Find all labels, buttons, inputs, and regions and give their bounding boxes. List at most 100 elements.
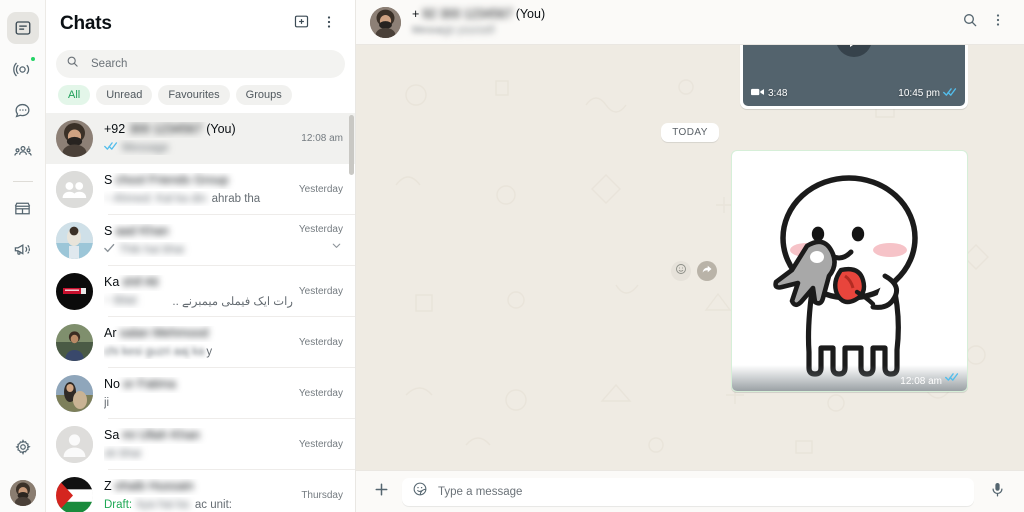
chat-name-redacted: ohaib Hussain xyxy=(114,479,194,493)
chat-name-prefix: No xyxy=(104,377,120,391)
search-placeholder: Search xyxy=(91,58,128,70)
chats-icon xyxy=(14,19,32,37)
chat-list-item[interactable]: +92 300 1234567 (You) Message 12:08 am xyxy=(46,113,355,164)
gear-icon xyxy=(14,438,32,456)
avatar[interactable] xyxy=(370,6,401,38)
chat-list[interactable]: +92 300 1234567 (You) Message 12:08 am S… xyxy=(46,113,355,512)
chat-preview-text: ji xyxy=(104,396,110,409)
chat-preview-text: y xyxy=(206,345,213,358)
chat-item-preview: Thik hai bhai xyxy=(104,242,293,257)
react-button[interactable] xyxy=(671,261,691,281)
chat-preview-text: ac unit: xyxy=(194,498,232,511)
chat-item-body: S chool Friends Group ~ Ahmed: Kal ka di… xyxy=(104,173,293,206)
conversation-pane: + 92 300 1234567 (You) Message yourself xyxy=(356,0,1024,512)
sticker-emoji-icon[interactable] xyxy=(412,481,428,502)
message-hover-actions xyxy=(671,261,717,281)
emoji-icon xyxy=(675,262,687,280)
conversation-subtitle-redacted: ge yourself xyxy=(442,24,495,36)
message-composer: Type a message xyxy=(356,470,1024,512)
avatar xyxy=(56,324,93,361)
conversation-title: + 92 300 1234567 (You) xyxy=(412,7,956,23)
chat-item-name: +92 300 1234567 (You) xyxy=(104,122,295,138)
rail-item-status[interactable] xyxy=(7,53,39,85)
chat-list-item[interactable]: S aad Khan Thik hai bhai Yesterday xyxy=(46,215,355,266)
chat-item-name: Ka shif Ali xyxy=(104,275,293,291)
chevron-down-icon[interactable] xyxy=(330,239,343,257)
play-icon xyxy=(849,45,862,47)
chat-list-menu-button[interactable] xyxy=(315,10,343,38)
chat-name-prefix: Sa xyxy=(104,428,120,442)
search-input[interactable]: Search xyxy=(56,50,345,78)
chat-list-item[interactable]: Z ohaib Hussain Draft: kya hai ka ac uni… xyxy=(46,470,355,512)
filter-unread[interactable]: Unread xyxy=(96,85,153,105)
chat-name-redacted: or Fatima xyxy=(122,377,176,391)
chat-item-body: Ar salan Mehmood chi kesi guzri aaj ka y xyxy=(104,326,293,359)
conversation-name-redacted: 92 300 1234567 xyxy=(422,7,513,21)
chat-item-name: No or Fatima xyxy=(104,377,293,393)
status-unread-dot xyxy=(29,56,36,62)
read-receipt-icon xyxy=(104,141,118,154)
communities-icon xyxy=(13,141,33,161)
chat-list-scrollbar[interactable] xyxy=(349,115,354,175)
filter-favourites[interactable]: Favourites xyxy=(158,85,230,105)
rail-item-marketplace[interactable] xyxy=(7,192,39,224)
filter-all[interactable]: All xyxy=(58,85,91,105)
video-thumbnail[interactable]: 3:48 10:45 pm xyxy=(743,45,965,106)
rail-profile-avatar[interactable] xyxy=(9,480,36,506)
chat-list-item[interactable]: Ar salan Mehmood chi kesi guzri aaj ka y… xyxy=(46,317,355,368)
conversation-header: + 92 300 1234567 (You) Message yourself xyxy=(356,0,1024,45)
message-timestamp: 10:45 pm xyxy=(898,88,940,99)
rail-item-broadcast[interactable] xyxy=(7,233,39,265)
status-icon xyxy=(13,60,32,79)
message-area[interactable]: 3:48 10:45 pm TODAY 12:08 am xyxy=(356,45,1024,470)
message-input[interactable]: Type a message xyxy=(402,477,974,506)
chat-preview-redacted: Message xyxy=(122,141,169,154)
chat-item-preview: Message xyxy=(104,140,295,155)
avatar xyxy=(56,477,93,512)
message-bubble-sticker[interactable]: 12:08 am xyxy=(731,150,968,392)
chat-item-name: Z ohaib Hussain xyxy=(104,479,295,495)
chat-name-redacted: salan Mehmood xyxy=(119,326,209,340)
chat-item-body: Sa mi Ullah Khan ok bhai xyxy=(104,428,293,461)
chat-preview-redacted: ~ Bilal: xyxy=(104,294,139,307)
chat-list-item[interactable]: Sa mi Ullah Khan ok bhai Yesterday xyxy=(46,419,355,470)
message-bubble-video[interactable]: 3:48 10:45 pm xyxy=(740,45,968,109)
new-chat-button[interactable] xyxy=(287,10,315,38)
attach-button[interactable] xyxy=(368,479,394,505)
avatar xyxy=(56,426,93,463)
draft-label: Draft: xyxy=(104,498,133,511)
conversation-menu-button[interactable] xyxy=(984,8,1012,36)
conversation-search-button[interactable] xyxy=(956,8,984,36)
chat-name-redacted: mi Ullah Khan xyxy=(122,428,201,442)
filter-groups[interactable]: Groups xyxy=(235,85,292,105)
avatar xyxy=(56,120,93,157)
chat-name-prefix: S xyxy=(104,173,113,187)
message-meta: 12:08 am xyxy=(732,365,967,391)
video-camera-icon xyxy=(751,87,764,100)
rail-item-channels[interactable] xyxy=(7,94,39,126)
conversation-name-prefix: + xyxy=(412,7,420,21)
conversation-subtitle: Message yourself xyxy=(412,24,956,37)
forward-button[interactable] xyxy=(697,261,717,281)
megaphone-icon xyxy=(13,240,32,259)
play-button[interactable] xyxy=(836,45,872,57)
chat-list-item[interactable]: No or Fatima ji Yesterday xyxy=(46,368,355,419)
chat-list-item[interactable]: Ka shif Ali ~ Bilal: رات ایک فیملی میمبر… xyxy=(46,266,355,317)
chat-name-prefix: Z xyxy=(104,479,112,493)
rail-item-chats[interactable] xyxy=(6,12,39,44)
plus-icon xyxy=(372,480,391,504)
chat-item-meta: Yesterday xyxy=(299,224,343,257)
chat-item-name: Sa mi Ullah Khan xyxy=(104,428,293,444)
chat-preview-text: ahrab tha xyxy=(211,192,261,205)
chat-item-meta: Yesterday xyxy=(299,337,343,348)
rail-item-communities[interactable] xyxy=(7,135,39,167)
voice-message-button[interactable] xyxy=(984,479,1010,505)
message-timestamp: 12:08 am xyxy=(900,376,942,387)
rail-item-settings[interactable] xyxy=(7,431,39,463)
microphone-icon xyxy=(989,481,1006,503)
chat-item-preview: ~ Bilal: رات ایک فیملی میمبرنے .. xyxy=(104,293,293,308)
chat-timestamp: Yesterday xyxy=(298,224,343,235)
conversation-identity[interactable]: + 92 300 1234567 (You) Message yourself xyxy=(412,7,956,37)
kebab-menu-icon xyxy=(321,14,337,35)
chat-list-item[interactable]: S chool Friends Group ~ Ahmed: Kal ka di… xyxy=(46,164,355,215)
